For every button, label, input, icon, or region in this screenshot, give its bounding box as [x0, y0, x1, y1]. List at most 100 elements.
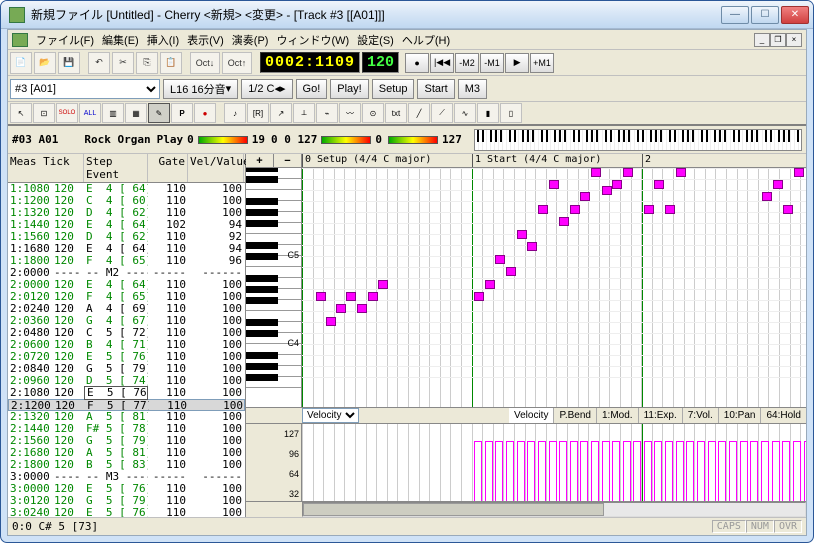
note[interactable]: [336, 304, 346, 313]
note[interactable]: [654, 180, 664, 189]
note[interactable]: [538, 205, 548, 214]
velocity-bar[interactable]: [644, 441, 652, 501]
note[interactable]: [623, 168, 633, 177]
velocity-bar[interactable]: [538, 441, 546, 501]
velocity-bar[interactable]: [495, 441, 503, 501]
note[interactable]: [559, 217, 569, 226]
event-row[interactable]: 2:1080 120 E 5 [ 76] 110100: [8, 387, 245, 399]
note[interactable]: [316, 292, 326, 301]
tool-freehand[interactable]: ∿: [454, 103, 476, 123]
velocity-grid[interactable]: [302, 424, 806, 501]
velocity-bar[interactable]: [718, 441, 726, 501]
play-button[interactable]: ▶: [505, 53, 529, 73]
velocity-bar[interactable]: [485, 441, 493, 501]
event-row[interactable]: 1:1200 120 C 4 [ 60] 110100: [8, 195, 245, 207]
paste-button[interactable]: 📋: [160, 52, 182, 74]
velocity-bar[interactable]: [559, 441, 567, 501]
ruler-marker[interactable]: 0 Setup (4/4 C major): [302, 154, 431, 167]
note[interactable]: [612, 180, 622, 189]
vel-tab-4[interactable]: 7:Vol.: [683, 408, 719, 423]
track-selector[interactable]: #3 [A01]: [10, 79, 160, 99]
time-ruler[interactable]: 0 Setup (4/4 C major) 1 Start (4/4 C majo…: [302, 154, 806, 167]
prev-marker-button[interactable]: -M2: [455, 53, 479, 73]
tool-all[interactable]: ALL: [79, 103, 101, 123]
tool-pencil[interactable]: ✎: [148, 103, 170, 123]
tool-solo[interactable]: SOLO: [56, 103, 78, 123]
velocity-bar[interactable]: [580, 441, 588, 501]
note[interactable]: [591, 168, 601, 177]
velocity-bar[interactable]: [549, 441, 557, 501]
velocity-bar[interactable]: [793, 441, 801, 501]
setup-button[interactable]: Setup: [372, 79, 415, 99]
menu-ヘルプ(H)[interactable]: ヘルプ(H): [402, 32, 450, 48]
event-row[interactable]: 1:1560 120 D 4 [ 62] 11092: [8, 231, 245, 243]
note[interactable]: [506, 267, 516, 276]
event-row[interactable]: 1:1320 120 D 4 [ 62] 110100: [8, 207, 245, 219]
event-row[interactable]: 1:1680 120 E 4 [ 64] 11094: [8, 243, 245, 255]
horizontal-scrollbar[interactable]: [246, 501, 806, 517]
end-marker-button[interactable]: +M1: [530, 53, 554, 73]
copy-button[interactable]: ⎘: [136, 52, 158, 74]
quantize-dropdown[interactable]: L16 16分音 ▾: [163, 79, 238, 99]
event-row[interactable]: 3:0240 120 E 5 [ 76] 110100: [8, 507, 245, 517]
velocity-bar[interactable]: [804, 441, 806, 501]
event-row[interactable]: 2:0120 120 F 4 [ 65] 110100: [8, 291, 245, 303]
note[interactable]: [580, 192, 590, 201]
velocity-bar[interactable]: [686, 441, 694, 501]
note[interactable]: [485, 280, 495, 289]
note[interactable]: [368, 292, 378, 301]
tool-arrow[interactable]: ↖: [10, 103, 32, 123]
scrollbar-thumb[interactable]: [303, 503, 604, 516]
oct-down-button[interactable]: Oct↓: [190, 52, 220, 74]
vel-tab-6[interactable]: 64:Hold: [761, 408, 806, 423]
cc-bar-2[interactable]: [321, 136, 371, 144]
tool-park[interactable]: P: [171, 103, 193, 123]
tool-bracket[interactable]: [R]: [247, 103, 269, 123]
velocity-bar[interactable]: [772, 441, 780, 501]
event-row[interactable]: 2:0360 120 G 4 [ 67] 110100: [8, 315, 245, 327]
menu-挿入(I)[interactable]: 挿入(I): [147, 32, 179, 48]
menu-ファイル(F)[interactable]: ファイル(F): [36, 32, 94, 48]
event-list[interactable]: 1:1080 120 E 4 [ 64] 110100 1:1200 120 C…: [8, 183, 245, 517]
velocity-bar[interactable]: [602, 441, 610, 501]
vel-tab-5[interactable]: 10:Pan: [719, 408, 762, 423]
tool-film[interactable]: ▦: [125, 103, 147, 123]
piano-roll-grid[interactable]: [302, 168, 806, 407]
velocity-bar[interactable]: [740, 441, 748, 501]
tool-slider[interactable]: ⟂: [293, 103, 315, 123]
piano-keyboard[interactable]: C5C4: [246, 168, 302, 407]
tool-session[interactable]: ⊡: [33, 103, 55, 123]
note[interactable]: [495, 255, 505, 264]
event-row[interactable]: 2:0000 ---- -- M2 ----- -----------: [8, 267, 245, 279]
oct-up-button[interactable]: Oct↑: [222, 52, 252, 74]
tool-toggle[interactable]: ⊙: [362, 103, 384, 123]
vel-tab-3[interactable]: 11:Exp.: [639, 408, 683, 423]
ruler-marker[interactable]: 2: [642, 154, 651, 167]
note[interactable]: [676, 168, 686, 177]
tool-note[interactable]: ♪: [224, 103, 246, 123]
note[interactable]: [326, 317, 336, 326]
event-row[interactable]: 2:0240 120 A 4 [ 69] 110100: [8, 303, 245, 315]
new-file-button[interactable]: 📄: [10, 52, 32, 74]
play-track-button[interactable]: Play!: [330, 79, 368, 99]
note[interactable]: [665, 205, 675, 214]
note[interactable]: [602, 186, 612, 195]
velocity-bar[interactable]: [623, 441, 631, 501]
event-row[interactable]: 2:1560 120 G 5 [ 79] 110100: [8, 435, 245, 447]
velocity-bar[interactable]: [708, 441, 716, 501]
velocity-bar[interactable]: [591, 441, 599, 501]
rec-button[interactable]: ●: [405, 53, 429, 73]
ruler-marker[interactable]: 1 Start (4/4 C major): [472, 154, 601, 167]
velocity-bar[interactable]: [782, 441, 790, 501]
velocity-bar[interactable]: [506, 441, 514, 501]
controller-select[interactable]: Velocity: [302, 408, 359, 423]
note[interactable]: [527, 242, 537, 251]
velocity-bar[interactable]: [761, 441, 769, 501]
event-row[interactable]: 2:0720 120 E 5 [ 76] 110100: [8, 351, 245, 363]
next-marker-button[interactable]: -M1: [480, 53, 504, 73]
event-row[interactable]: 2:1800 120 B 5 [ 83] 110100: [8, 459, 245, 471]
close-button[interactable]: ✕: [781, 6, 809, 24]
event-row[interactable]: 2:0600 120 B 4 [ 71] 110100: [8, 339, 245, 351]
tool-fill[interactable]: ▮: [477, 103, 499, 123]
note[interactable]: [773, 180, 783, 189]
